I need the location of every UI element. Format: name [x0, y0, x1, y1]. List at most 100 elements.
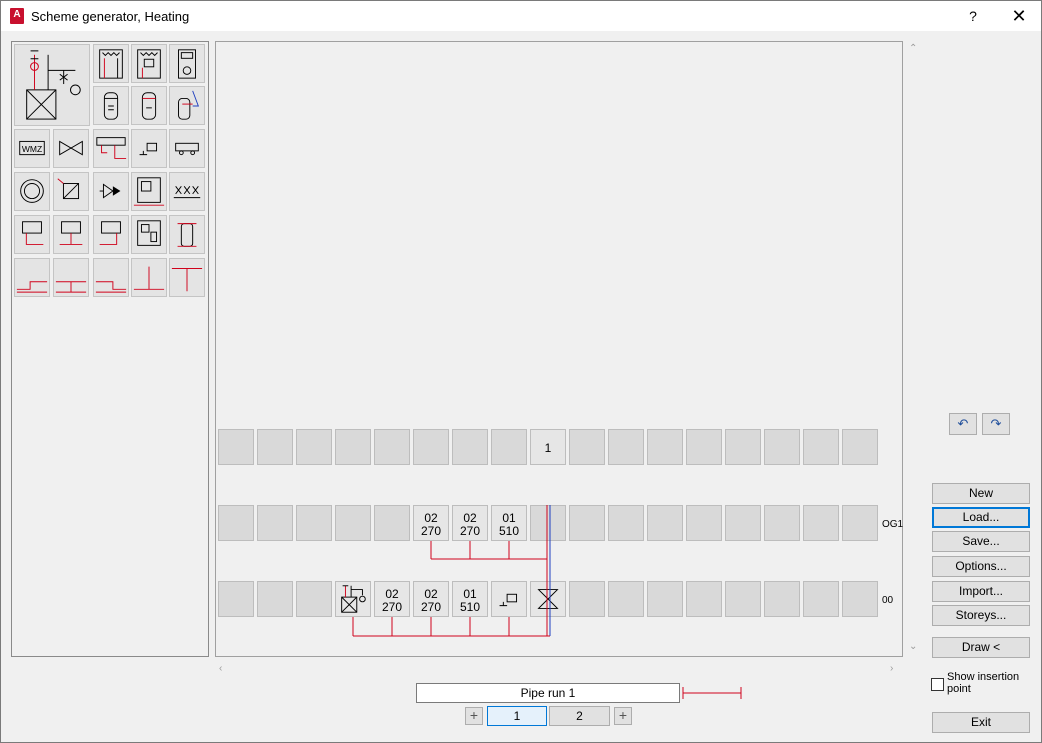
scroll-right-icon[interactable]: › [890, 663, 893, 674]
grid-cell[interactable] [803, 505, 839, 541]
radiator-cell[interactable]: 02 270 [413, 505, 449, 541]
palette-radiator-center-icon[interactable] [53, 215, 89, 254]
scroll-down-icon[interactable]: ⌄ [909, 641, 917, 652]
grid-cell[interactable] [530, 505, 566, 541]
scheme-canvas[interactable]: 1 02 270 02 270 01 510 OG1 02 270 02 270… [215, 41, 903, 657]
save-button[interactable]: Save... [932, 531, 1030, 552]
grid-cell[interactable] [257, 429, 293, 465]
grid-cell[interactable] [647, 429, 683, 465]
scroll-left-icon[interactable]: ‹ [219, 663, 222, 674]
storeys-button[interactable]: Storeys... [932, 605, 1030, 626]
palette-heat-exchanger-icon[interactable] [53, 172, 89, 211]
grid-cell[interactable] [647, 581, 683, 617]
grid-cell[interactable] [686, 429, 722, 465]
palette-heat-pump-icon[interactable] [169, 44, 205, 83]
grid-cell[interactable] [803, 429, 839, 465]
add-pipe-run-left-button[interactable]: + [465, 707, 483, 725]
palette-mixing-valve-icon[interactable] [93, 172, 129, 211]
grid-cell[interactable] [257, 581, 293, 617]
grid-cell[interactable] [842, 505, 878, 541]
palette-pipe-riser-icon[interactable] [131, 258, 167, 297]
boiler-station-cell[interactable] [335, 581, 371, 617]
grid-cell[interactable] [608, 505, 644, 541]
palette-control-unit-icon[interactable] [131, 172, 167, 211]
draw-button[interactable]: Draw < [932, 637, 1030, 658]
grid-cell[interactable] [218, 505, 254, 541]
new-button[interactable]: New [932, 483, 1030, 504]
grid-cell[interactable] [686, 505, 722, 541]
palette-boiler-station-icon[interactable] [14, 44, 90, 126]
palette-pipe-top-tee-icon[interactable] [169, 258, 205, 297]
grid-cell[interactable] [764, 505, 800, 541]
grid-cell[interactable] [842, 581, 878, 617]
grid-cell[interactable] [764, 581, 800, 617]
palette-expansion-vessel-icon[interactable] [14, 172, 50, 211]
radiator-cell[interactable]: 01 510 [452, 581, 488, 617]
grid-cell[interactable] [608, 581, 644, 617]
scroll-up-icon[interactable]: ⌃ [909, 43, 917, 54]
palette-condensing-boiler-icon[interactable] [131, 44, 167, 83]
grid-cell[interactable] [374, 505, 410, 541]
grid-cell[interactable] [725, 581, 761, 617]
grid-cell[interactable] [374, 429, 410, 465]
grid-cell[interactable] [842, 429, 878, 465]
grid-cell[interactable] [803, 581, 839, 617]
palette-heat-meter-icon[interactable]: WMZ [14, 129, 50, 168]
palette-pipe-tee-icon[interactable] [53, 258, 89, 297]
palette-valve-group-icon[interactable] [169, 172, 205, 211]
options-button[interactable]: Options... [932, 556, 1030, 577]
exit-button[interactable]: Exit [932, 712, 1030, 733]
pipe-run-name-field[interactable]: Pipe run 1 [416, 683, 680, 703]
grid-cell[interactable] [725, 505, 761, 541]
pipe-run-tab-2[interactable]: 2 [549, 706, 610, 726]
radiator-cell[interactable]: 02 270 [452, 505, 488, 541]
palette-solar-tank-icon[interactable] [169, 86, 205, 125]
grid-cell[interactable] [335, 429, 371, 465]
palette-cylinder-icon[interactable] [169, 215, 205, 254]
redo-button[interactable]: ↷ [982, 413, 1010, 435]
grid-cell[interactable] [257, 505, 293, 541]
grid-cell[interactable] [296, 581, 332, 617]
valve-cell[interactable] [530, 581, 566, 617]
add-pipe-run-right-button[interactable]: + [614, 707, 632, 725]
grid-cell[interactable] [569, 505, 605, 541]
palette-manifold-icon[interactable] [93, 129, 129, 168]
grid-cell[interactable] [764, 429, 800, 465]
palette-pipe-left-icon[interactable] [14, 258, 50, 297]
radiator-cell[interactable]: 02 270 [374, 581, 410, 617]
grid-cell[interactable] [218, 429, 254, 465]
grid-cell[interactable] [413, 429, 449, 465]
palette-distributor-icon[interactable] [169, 129, 205, 168]
grid-cell-numbered[interactable]: 1 [530, 429, 566, 465]
grid-cell[interactable] [296, 505, 332, 541]
radiator-cell[interactable]: 02 270 [413, 581, 449, 617]
palette-pipe-right-icon[interactable] [93, 258, 129, 297]
grid-cell[interactable] [569, 429, 605, 465]
radiator-cell[interactable]: 01 510 [491, 505, 527, 541]
palette-valve-icon[interactable] [53, 129, 89, 168]
grid-cell[interactable] [569, 581, 605, 617]
palette-storage-tank-icon[interactable] [93, 86, 129, 125]
import-button[interactable]: Import... [932, 581, 1030, 602]
grid-cell[interactable] [335, 505, 371, 541]
palette-pump-icon[interactable] [131, 129, 167, 168]
grid-cell[interactable] [296, 429, 332, 465]
grid-cell[interactable] [725, 429, 761, 465]
palette-buffer-tank-icon[interactable] [131, 86, 167, 125]
undo-button[interactable]: ↶ [949, 413, 977, 435]
palette-substation-icon[interactable] [131, 215, 167, 254]
show-insertion-point-checkbox[interactable] [931, 678, 944, 691]
close-button[interactable]: ✕ [1007, 6, 1031, 26]
palette-radiator-left-icon[interactable] [14, 215, 50, 254]
grid-cell[interactable] [686, 581, 722, 617]
pipe-run-tab-1[interactable]: 1 [487, 706, 547, 726]
palette-boiler-wall-icon[interactable] [93, 44, 129, 83]
palette-radiator-right-icon[interactable] [93, 215, 129, 254]
grid-cell[interactable] [218, 581, 254, 617]
grid-cell[interactable] [608, 429, 644, 465]
grid-cell[interactable] [491, 429, 527, 465]
help-button[interactable]: ? [963, 6, 983, 26]
pump-cell[interactable] [491, 581, 527, 617]
load-button[interactable]: Load... [932, 507, 1030, 528]
grid-cell[interactable] [647, 505, 683, 541]
